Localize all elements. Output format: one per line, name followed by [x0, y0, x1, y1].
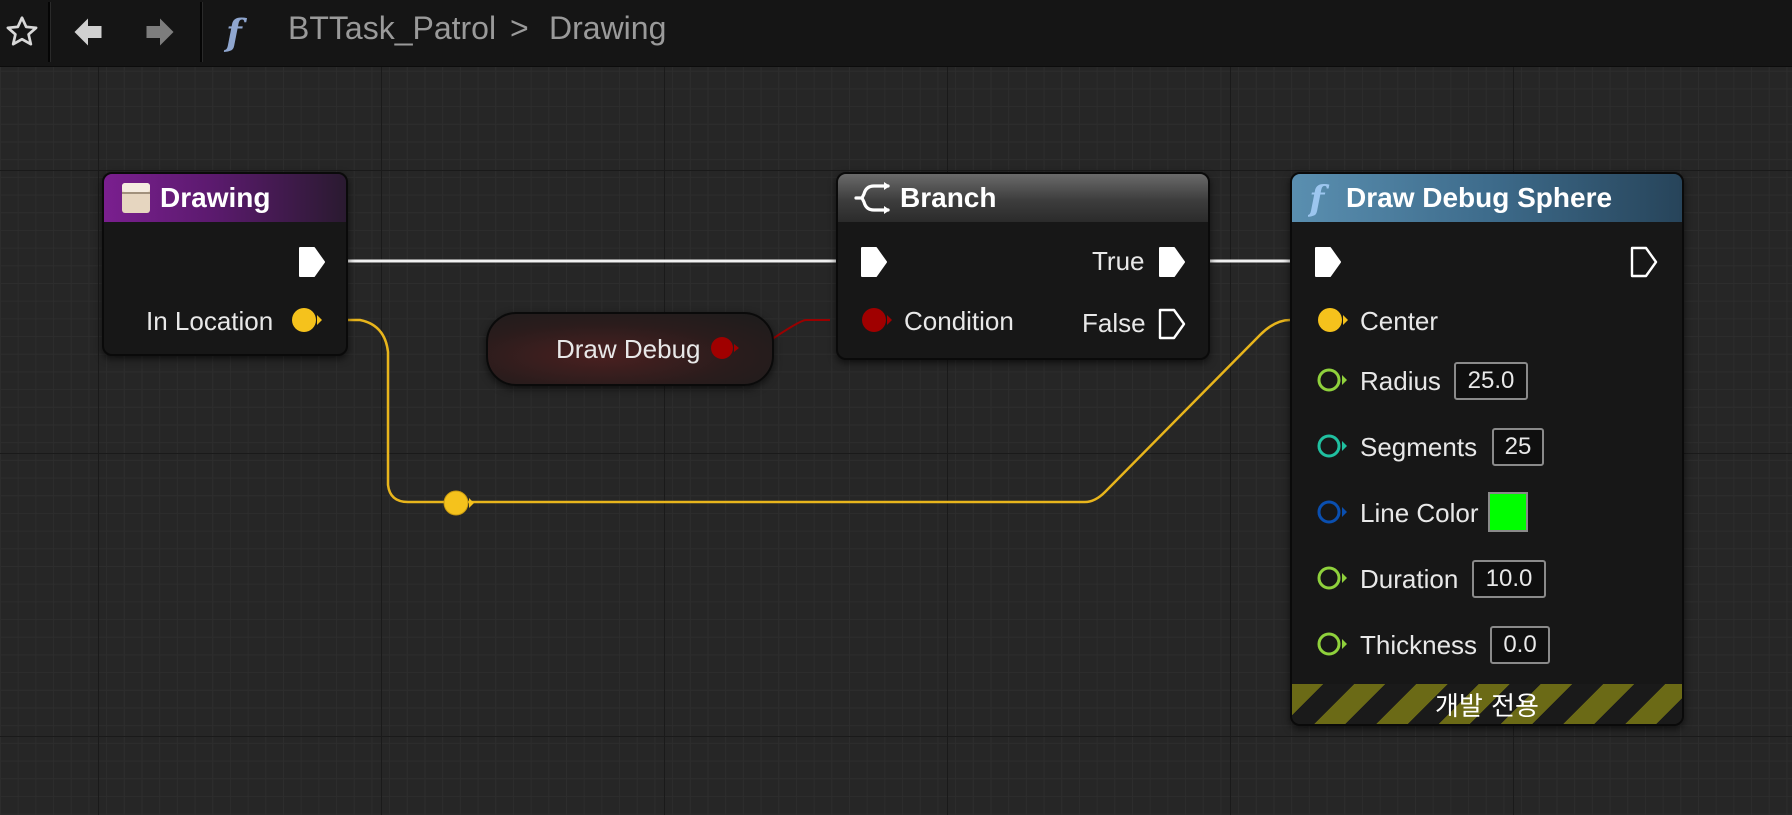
function-icon: f	[1308, 179, 1330, 219]
branch-true-label: True	[1092, 246, 1145, 276]
drawing-node-title: Drawing	[160, 182, 271, 213]
draw-debug-variable-node[interactable]: Draw Debug	[486, 312, 774, 386]
sphere-segments-label: Segments	[1360, 432, 1478, 462]
sphere-node-title: Draw Debug Sphere	[1346, 182, 1613, 213]
sphere-segments-pin[interactable]	[1316, 432, 1350, 465]
bool-wire-drawdebug-condition	[764, 319, 830, 345]
drawing-node-header: Drawing	[104, 174, 346, 222]
svg-text:f: f	[1308, 179, 1330, 219]
in-location-pin[interactable]	[290, 306, 324, 339]
draw-debug-sphere-node[interactable]: f Draw Debug Sphere Center Radius 25.0 S…	[1290, 172, 1684, 726]
sphere-thickness-pin[interactable]	[1316, 630, 1350, 663]
sphere-node-header: f Draw Debug Sphere	[1292, 174, 1682, 222]
duration-input[interactable]: 10.0	[1472, 560, 1546, 598]
branch-node[interactable]: Branch True Condition False	[836, 172, 1210, 360]
thickness-input[interactable]: 0.0	[1490, 626, 1550, 664]
sphere-exec-in-pin[interactable]	[1314, 246, 1342, 283]
sphere-thickness-label: Thickness	[1360, 630, 1478, 660]
branch-node-header: Branch	[838, 174, 1208, 222]
sphere-radius-label: Radius	[1360, 366, 1441, 396]
branch-condition-pin[interactable]	[860, 306, 894, 339]
branch-false-label: False	[1082, 308, 1146, 338]
in-location-label: In Location	[146, 306, 274, 336]
event-icon	[122, 183, 150, 213]
exec-out-pin[interactable]	[298, 246, 326, 283]
draw-debug-label: Draw Debug	[556, 334, 701, 364]
sphere-center-label: Center	[1360, 306, 1439, 336]
development-only-label: 개발 전용	[1435, 691, 1539, 722]
sphere-duration-label: Duration	[1360, 564, 1459, 594]
branch-exec-in-pin[interactable]	[860, 246, 888, 283]
sphere-line-color-label: Line Color	[1360, 498, 1479, 528]
development-only-banner: 개발 전용	[1292, 684, 1682, 724]
reroute-knot[interactable]	[442, 489, 474, 522]
branch-node-title: Branch	[900, 182, 997, 213]
sphere-exec-out-pin[interactable]	[1630, 246, 1658, 283]
drawing-entry-node[interactable]: Drawing In Location	[102, 172, 348, 356]
branch-true-pin[interactable]	[1158, 246, 1186, 283]
branch-icon	[854, 182, 890, 214]
sphere-line-color-pin[interactable]	[1316, 498, 1350, 531]
sphere-radius-pin[interactable]	[1316, 366, 1350, 399]
draw-debug-out-pin[interactable]	[710, 336, 742, 369]
radius-input[interactable]: 25.0	[1454, 362, 1528, 400]
sphere-duration-pin[interactable]	[1316, 564, 1350, 597]
line-color-swatch[interactable]	[1488, 492, 1528, 532]
branch-condition-label: Condition	[904, 306, 1014, 336]
segments-input[interactable]: 25	[1492, 428, 1544, 466]
sphere-center-pin[interactable]	[1316, 306, 1350, 339]
branch-false-pin[interactable]	[1158, 308, 1186, 345]
